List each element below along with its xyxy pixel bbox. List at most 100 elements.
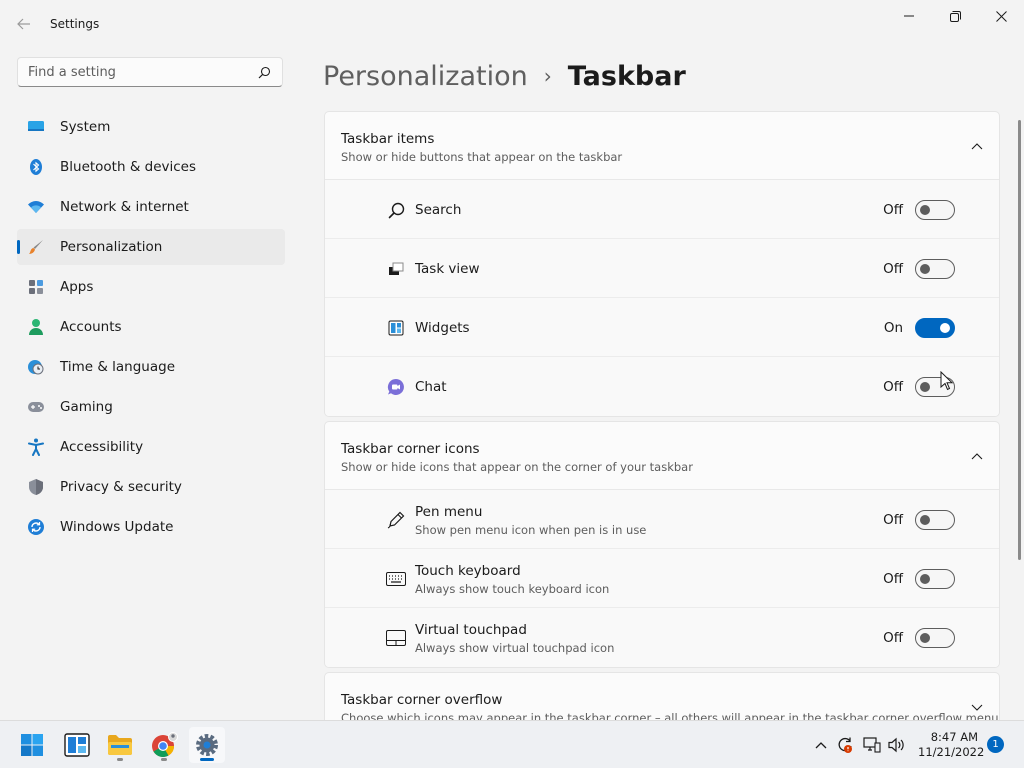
row-label: Pen menu bbox=[415, 504, 483, 520]
chrome-button[interactable] bbox=[146, 727, 182, 763]
gear-icon bbox=[196, 734, 218, 756]
section-title: Taskbar corner icons bbox=[341, 441, 480, 457]
breadcrumb-parent[interactable]: Personalization bbox=[323, 61, 528, 92]
restore-icon bbox=[949, 10, 961, 22]
row-label: Virtual touchpad bbox=[415, 622, 527, 638]
pen-menu-toggle[interactable] bbox=[915, 510, 955, 530]
notification-badge[interactable]: 1 bbox=[987, 736, 1004, 753]
row-sublabel: Always show virtual touchpad icon bbox=[415, 641, 615, 655]
sidebar-item-apps[interactable]: Apps bbox=[17, 269, 285, 305]
update-icon bbox=[27, 518, 45, 536]
virtual-touchpad-toggle[interactable] bbox=[915, 628, 955, 648]
sidebar-item-time-language[interactable]: Time & language bbox=[17, 349, 285, 385]
ethernet-icon bbox=[863, 737, 881, 753]
touchpad-icon bbox=[386, 628, 406, 648]
section-subtitle: Choose which icons may appear in the tas… bbox=[341, 711, 999, 720]
monitor-icon bbox=[27, 118, 45, 136]
volume-tray-icon[interactable] bbox=[886, 733, 908, 757]
sidebar-item-windows-update[interactable]: Windows Update bbox=[17, 509, 285, 545]
toggle-state: On bbox=[883, 320, 903, 336]
maximize-button[interactable] bbox=[932, 0, 978, 32]
row-label: Chat bbox=[415, 379, 447, 395]
sidebar-item-label: System bbox=[60, 119, 111, 135]
back-arrow-icon bbox=[17, 18, 30, 30]
sidebar-item-accounts[interactable]: Accounts bbox=[17, 309, 285, 345]
shield-icon bbox=[27, 478, 45, 496]
corner-icons-section: Taskbar corner icons Show or hide icons … bbox=[324, 421, 1000, 668]
back-button[interactable] bbox=[10, 12, 38, 36]
chevron-up-icon[interactable] bbox=[969, 138, 985, 154]
sidebar-item-label: Network & internet bbox=[60, 199, 189, 215]
breadcrumb: Personalization › Taskbar bbox=[323, 58, 686, 94]
sidebar-item-gaming[interactable]: Gaming bbox=[17, 389, 285, 425]
sidebar-item-personalization[interactable]: Personalization bbox=[17, 229, 285, 265]
network-tray-icon[interactable] bbox=[861, 733, 883, 757]
chat-row: Chat Off bbox=[325, 357, 999, 416]
chevron-up-icon[interactable] bbox=[969, 448, 985, 464]
start-button[interactable] bbox=[14, 727, 50, 763]
speaker-icon bbox=[888, 737, 904, 753]
sidebar-item-bluetooth[interactable]: Bluetooth & devices bbox=[17, 149, 285, 185]
touch-keyboard-toggle[interactable] bbox=[915, 569, 955, 589]
sidebar-item-accessibility[interactable]: Accessibility bbox=[17, 429, 285, 465]
close-button[interactable] bbox=[978, 0, 1024, 32]
row-label: Touch keyboard bbox=[415, 563, 521, 579]
sidebar-item-system[interactable]: System bbox=[17, 109, 285, 145]
section-subtitle: Show or hide buttons that appear on the … bbox=[341, 150, 623, 164]
toggle-state: Off bbox=[883, 630, 903, 646]
running-indicator bbox=[161, 758, 167, 761]
show-hidden-icons-button[interactable] bbox=[810, 733, 832, 757]
chevron-down-icon[interactable] bbox=[969, 699, 985, 715]
title-bar: Settings bbox=[0, 0, 1024, 48]
row-sublabel: Show pen menu icon when pen is in use bbox=[415, 523, 647, 537]
taskbar-items-section: Taskbar items Show or hide buttons that … bbox=[324, 111, 1000, 417]
toggle-knob bbox=[940, 323, 950, 333]
sidebar-item-label: Gaming bbox=[60, 399, 113, 415]
corner-overflow-header[interactable]: Taskbar corner overflow Choose which ico… bbox=[325, 673, 999, 720]
toggle-knob bbox=[920, 633, 930, 643]
settings-taskbar-button[interactable] bbox=[189, 727, 225, 763]
app-title: Settings bbox=[50, 17, 100, 31]
taskbar-items-header[interactable]: Taskbar items Show or hide buttons that … bbox=[325, 112, 999, 180]
keyboard-icon bbox=[386, 569, 406, 589]
clock[interactable]: 8:47 AM 11/21/2022 bbox=[918, 730, 985, 760]
search-icon bbox=[386, 200, 406, 220]
sidebar-item-label: Bluetooth & devices bbox=[60, 159, 197, 175]
row-label: Task view bbox=[415, 261, 480, 277]
wifi-icon bbox=[27, 198, 45, 216]
minimize-button[interactable] bbox=[886, 0, 932, 32]
page-title: Taskbar bbox=[567, 60, 686, 92]
task-view-icon bbox=[386, 259, 406, 279]
clock-globe-icon bbox=[27, 358, 45, 376]
search-toggle[interactable] bbox=[915, 200, 955, 220]
row-label: Search bbox=[415, 202, 462, 218]
windows-logo-icon bbox=[21, 734, 43, 756]
close-icon bbox=[995, 10, 1007, 22]
toggle-knob bbox=[920, 574, 930, 584]
widgets-toggle[interactable] bbox=[915, 318, 955, 338]
file-explorer-button[interactable] bbox=[102, 727, 138, 763]
folder-icon bbox=[108, 735, 132, 755]
sync-tray-icon[interactable] bbox=[834, 733, 856, 757]
sidebar-item-label: Accounts bbox=[60, 319, 122, 335]
search-box[interactable] bbox=[17, 57, 283, 87]
toggle-knob bbox=[920, 264, 930, 274]
search-icon[interactable] bbox=[256, 64, 272, 80]
sidebar-item-label: Apps bbox=[60, 279, 94, 295]
corner-icons-header[interactable]: Taskbar corner icons Show or hide icons … bbox=[325, 422, 999, 490]
bluetooth-icon bbox=[27, 158, 45, 176]
section-title: Taskbar items bbox=[341, 131, 435, 147]
clock-date: 11/21/2022 bbox=[918, 745, 985, 759]
toggle-knob bbox=[920, 382, 930, 392]
widgets-taskbar-button[interactable] bbox=[59, 727, 95, 763]
sidebar-item-network[interactable]: Network & internet bbox=[17, 189, 285, 225]
toggle-state: Off bbox=[883, 202, 903, 218]
scrollbar[interactable] bbox=[1018, 120, 1021, 560]
task-view-toggle[interactable] bbox=[915, 259, 955, 279]
toggle-state: Off bbox=[883, 261, 903, 277]
search-input[interactable] bbox=[28, 64, 256, 80]
minimize-icon bbox=[904, 15, 914, 17]
sidebar-item-privacy[interactable]: Privacy & security bbox=[17, 469, 285, 505]
apps-icon bbox=[27, 278, 45, 296]
toggle-state: Off bbox=[883, 379, 903, 395]
